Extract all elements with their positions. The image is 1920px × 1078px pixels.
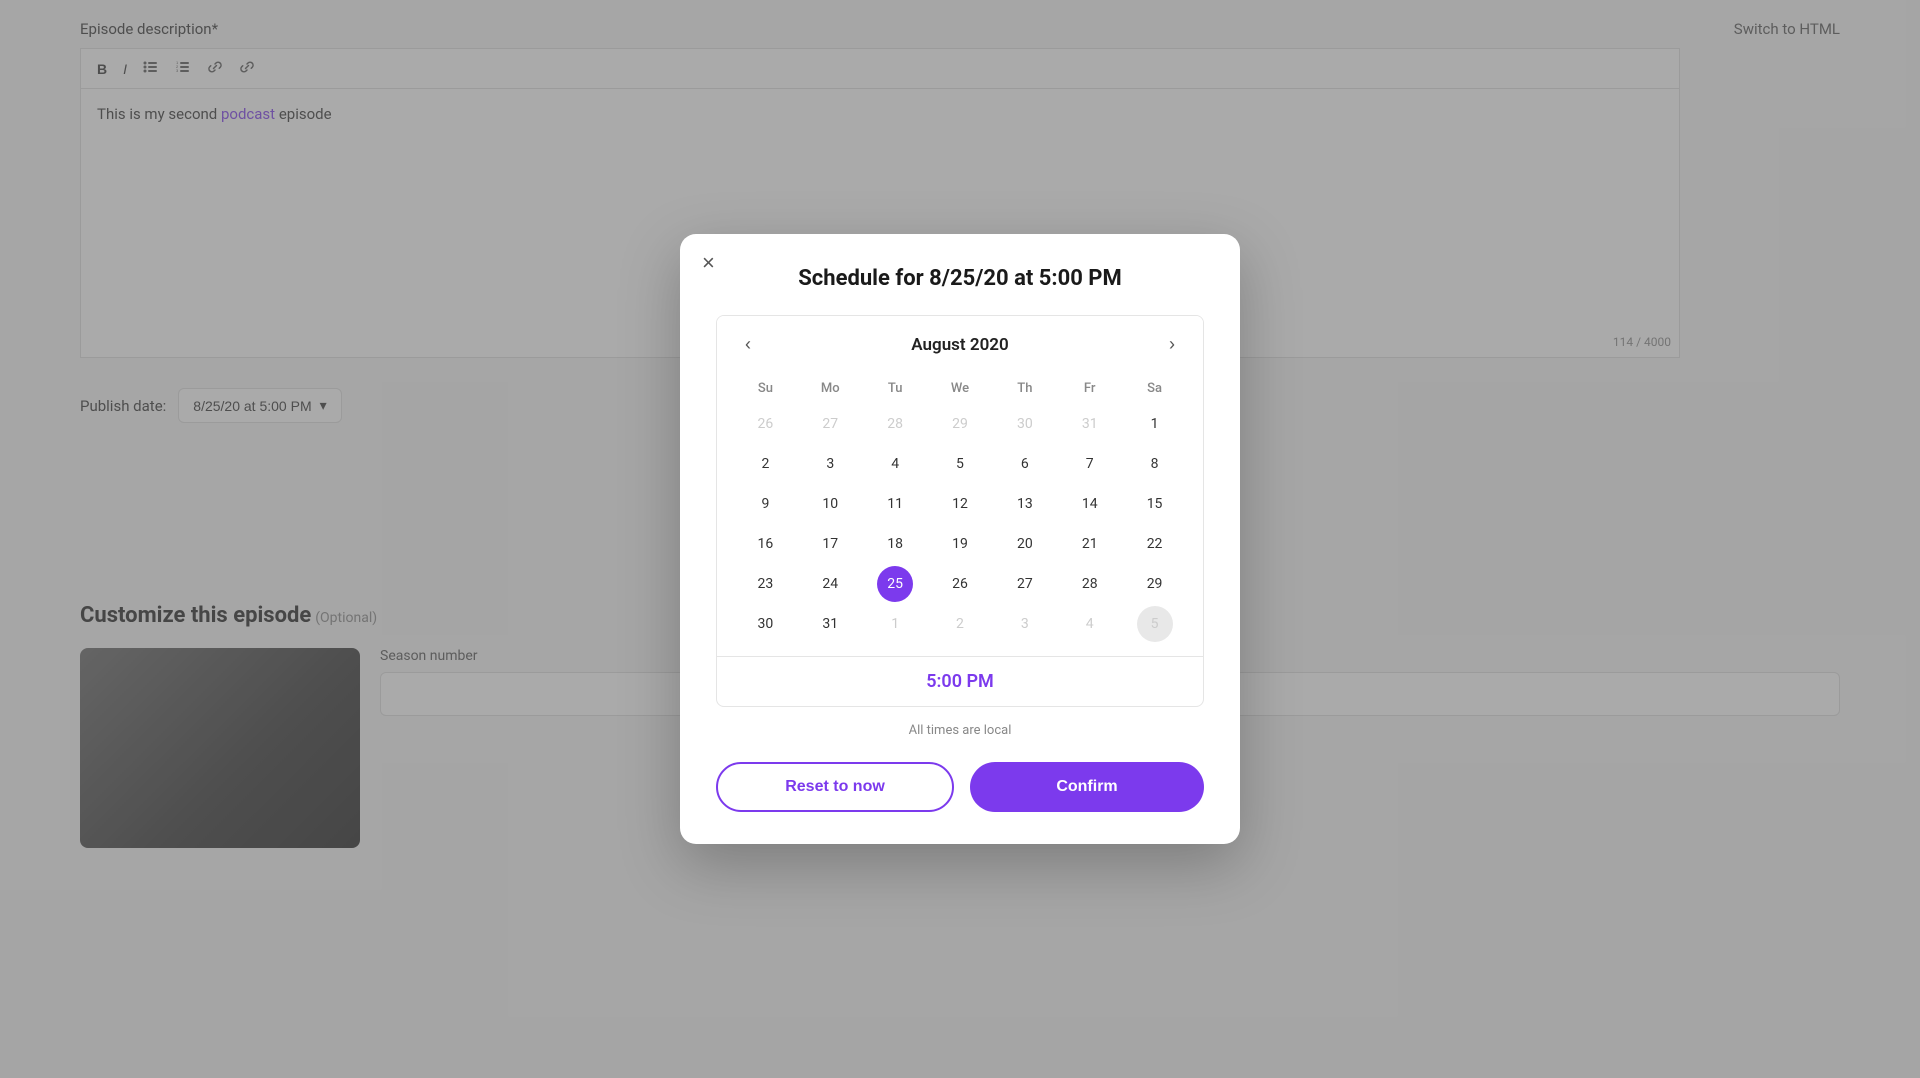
calendar-day[interactable]: 29 xyxy=(1137,566,1173,602)
calendar-day[interactable]: 28 xyxy=(1072,566,1108,602)
calendar-day[interactable]: 9 xyxy=(747,486,783,522)
calendar-day[interactable]: 20 xyxy=(1007,526,1043,562)
calendar: ‹ August 2020 › SuMoTuWeThFrSa2627282930… xyxy=(716,315,1204,707)
calendar-day-header: Th xyxy=(992,373,1057,404)
calendar-day[interactable]: 18 xyxy=(877,526,913,562)
calendar-day[interactable]: 13 xyxy=(1007,486,1043,522)
calendar-day[interactable]: 26 xyxy=(747,406,783,442)
modal-overlay: × Schedule for 8/25/20 at 5:00 PM ‹ Augu… xyxy=(0,0,1920,1078)
calendar-day[interactable]: 12 xyxy=(942,486,978,522)
calendar-day[interactable]: 19 xyxy=(942,526,978,562)
close-icon: × xyxy=(702,250,715,275)
calendar-day[interactable]: 30 xyxy=(747,606,783,642)
chevron-left-icon: ‹ xyxy=(745,334,751,354)
calendar-day[interactable]: 3 xyxy=(1007,606,1043,642)
calendar-day[interactable]: 17 xyxy=(812,526,848,562)
schedule-modal: × Schedule for 8/25/20 at 5:00 PM ‹ Augu… xyxy=(680,234,1240,844)
calendar-day[interactable]: 21 xyxy=(1072,526,1108,562)
calendar-day[interactable]: 8 xyxy=(1137,446,1173,482)
calendar-day[interactable]: 26 xyxy=(942,566,978,602)
calendar-grid: SuMoTuWeThFrSa26272829303112345678910111… xyxy=(717,373,1203,656)
calendar-day[interactable]: 4 xyxy=(1072,606,1108,642)
calendar-day[interactable]: 14 xyxy=(1072,486,1108,522)
modal-title: Schedule for 8/25/20 at 5:00 PM xyxy=(716,266,1204,291)
calendar-day[interactable]: 28 xyxy=(877,406,913,442)
calendar-day[interactable]: 10 xyxy=(812,486,848,522)
calendar-day[interactable]: 16 xyxy=(747,526,783,562)
calendar-day[interactable]: 6 xyxy=(1007,446,1043,482)
calendar-day[interactable]: 4 xyxy=(877,446,913,482)
calendar-day[interactable]: 5 xyxy=(942,446,978,482)
calendar-day[interactable]: 24 xyxy=(812,566,848,602)
calendar-day[interactable]: 2 xyxy=(942,606,978,642)
calendar-day[interactable]: 3 xyxy=(812,446,848,482)
modal-close-button[interactable]: × xyxy=(702,252,715,274)
calendar-day[interactable]: 31 xyxy=(1072,406,1108,442)
time-value[interactable]: 5:00 PM xyxy=(926,671,994,692)
reset-button-label: Reset to now xyxy=(785,778,885,795)
time-display: 5:00 PM xyxy=(717,656,1203,706)
calendar-day-header: Su xyxy=(733,373,798,404)
calendar-day[interactable]: 27 xyxy=(1007,566,1043,602)
calendar-day[interactable]: 25 xyxy=(877,566,913,602)
calendar-day[interactable]: 11 xyxy=(877,486,913,522)
chevron-right-icon: › xyxy=(1169,334,1175,354)
local-time-note: All times are local xyxy=(716,723,1204,738)
prev-month-button[interactable]: ‹ xyxy=(737,330,759,359)
reset-to-now-button[interactable]: Reset to now xyxy=(716,762,954,812)
calendar-day[interactable]: 30 xyxy=(1007,406,1043,442)
calendar-day[interactable]: 29 xyxy=(942,406,978,442)
calendar-day-header: Mo xyxy=(798,373,863,404)
calendar-day[interactable]: 15 xyxy=(1137,486,1173,522)
calendar-day[interactable]: 31 xyxy=(812,606,848,642)
calendar-day-header: Sa xyxy=(1122,373,1187,404)
calendar-day[interactable]: 7 xyxy=(1072,446,1108,482)
modal-actions: Reset to now Confirm xyxy=(716,762,1204,812)
calendar-day[interactable]: 27 xyxy=(812,406,848,442)
confirm-button[interactable]: Confirm xyxy=(970,762,1204,812)
next-month-button[interactable]: › xyxy=(1161,330,1183,359)
calendar-day[interactable]: 23 xyxy=(747,566,783,602)
calendar-day[interactable]: 5 xyxy=(1137,606,1173,642)
calendar-day[interactable]: 1 xyxy=(1137,406,1173,442)
calendar-header: ‹ August 2020 › xyxy=(717,316,1203,373)
calendar-day-header: Tu xyxy=(863,373,928,404)
calendar-month-year: August 2020 xyxy=(911,335,1008,355)
calendar-day[interactable]: 2 xyxy=(747,446,783,482)
calendar-day-header: Fr xyxy=(1057,373,1122,404)
calendar-day[interactable]: 22 xyxy=(1137,526,1173,562)
confirm-button-label: Confirm xyxy=(1056,778,1117,795)
calendar-day[interactable]: 1 xyxy=(877,606,913,642)
calendar-day-header: We xyxy=(928,373,993,404)
